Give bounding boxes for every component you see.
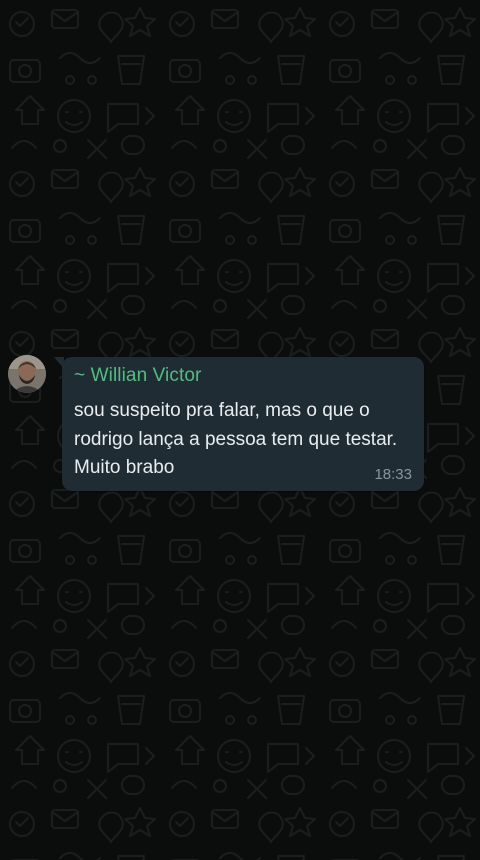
sender-prefix: ~ — [74, 365, 86, 386]
sender-name-text: Willian Victor — [90, 365, 202, 386]
message-text: sou suspeito pra falar, mas o que o rodr… — [74, 397, 420, 483]
user-avatar[interactable] — [8, 355, 46, 393]
message-timestamp: 18:33 — [374, 466, 412, 483]
message-line: Muito brabo — [74, 457, 175, 478]
sender-name[interactable]: ~ Willian Victor — [74, 365, 201, 387]
avatar-photo-icon — [8, 355, 46, 393]
message-bubble[interactable]: ~ Willian Victor sou suspeito pra falar,… — [54, 357, 424, 491]
message-row: ~ Willian Victor sou suspeito pra falar,… — [8, 353, 428, 493]
message-line: rodrigo lança a pessoa tem que testar. — [74, 428, 398, 450]
message-line: sou suspeito pra falar, mas o que o — [74, 400, 370, 421]
